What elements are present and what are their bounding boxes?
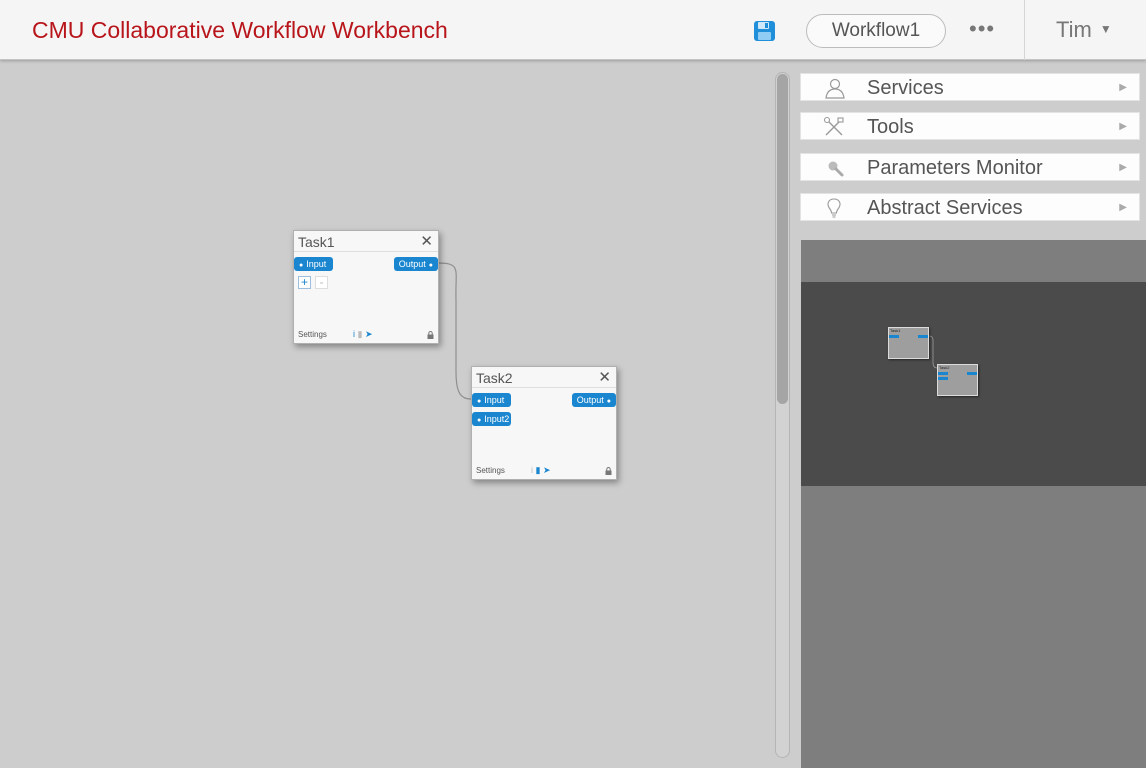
settings-link[interactable]: Settings	[476, 466, 505, 475]
minimap-port	[938, 377, 948, 380]
panel-services[interactable]: Services ▶	[800, 73, 1140, 101]
app-title: CMU Collaborative Workflow Workbench	[32, 17, 448, 43]
input-port[interactable]: ● Input	[294, 257, 333, 271]
minimap-task: Task1	[888, 327, 929, 359]
header-divider	[1024, 0, 1025, 60]
port-label: Input2	[484, 414, 510, 424]
save-button[interactable]	[753, 19, 777, 43]
lock-icon[interactable]	[605, 467, 612, 475]
floppy-disk-icon	[754, 21, 775, 41]
person-icon[interactable]: ▮	[536, 465, 541, 475]
task-status-icons: i ▮ ➤	[531, 465, 551, 476]
panel-label: Parameters Monitor	[867, 157, 1043, 179]
expand-arrow-icon: ▶	[1119, 202, 1127, 213]
minimap[interactable]: Task1 Task2	[801, 240, 1146, 768]
close-icon[interactable]: ✕	[598, 368, 611, 386]
panel-label: Services	[867, 77, 944, 99]
input-port[interactable]: ● Input2	[472, 412, 511, 426]
lightbulb-icon	[827, 198, 841, 218]
user-menu[interactable]: Tim ▼	[1056, 17, 1112, 43]
input-port[interactable]: ● Input	[472, 393, 511, 407]
port-label: Output	[398, 259, 426, 269]
top-bar: CMU Collaborative Workflow Workbench Wor…	[0, 0, 1146, 60]
task-divider	[294, 251, 438, 252]
port-label: Output	[576, 395, 604, 405]
expand-arrow-icon: ▶	[1119, 162, 1127, 173]
canvas-scrollbar[interactable]	[775, 72, 790, 758]
task-title: Task1	[298, 234, 335, 250]
task-status-icons: i ▮ ➤	[353, 329, 373, 340]
minimap-port	[938, 372, 948, 375]
output-port[interactable]: Output ●	[571, 393, 616, 407]
lock-icon[interactable]	[427, 331, 434, 339]
panel-tools[interactable]: Tools ▶	[800, 112, 1140, 140]
output-port[interactable]: Output ●	[393, 257, 438, 271]
info-icon[interactable]: i	[531, 465, 533, 475]
panel-label: Abstract Services	[867, 197, 1023, 219]
minimap-task-title: Task1	[890, 328, 901, 333]
settings-link[interactable]: Settings	[298, 330, 327, 339]
magnifier-icon	[828, 161, 844, 177]
panel-abstract-services[interactable]: Abstract Services ▶	[800, 193, 1140, 221]
user-name: Tim	[1056, 17, 1092, 42]
expand-arrow-icon: ▶	[1119, 82, 1127, 93]
task-node[interactable]: Task2 ✕ ● Input ● Input2 Output ● Settings …	[471, 366, 617, 480]
remove-input-button[interactable]: -	[315, 276, 328, 289]
minimap-port	[918, 335, 928, 338]
port-label: Input	[484, 395, 505, 405]
task-node[interactable]: Task1 ✕ ● Input Output ● + - Settings i ▮ …	[293, 230, 439, 344]
port-label: Input	[306, 259, 327, 269]
workflow-name-button[interactable]: Workflow1	[806, 14, 946, 48]
task-divider	[472, 387, 616, 388]
more-options-button[interactable]: •••	[969, 16, 995, 42]
workflow-canvas[interactable]	[0, 61, 790, 768]
scrollbar-thumb[interactable]	[777, 74, 788, 404]
minimap-viewport[interactable]: Task1 Task2	[801, 282, 1146, 486]
person-icon[interactable]: ▮	[358, 329, 363, 339]
minimap-port	[889, 335, 899, 338]
run-icon[interactable]: ➤	[365, 329, 373, 339]
panel-parameters-monitor[interactable]: Parameters Monitor ▶	[800, 153, 1140, 181]
panel-label: Tools	[867, 116, 914, 138]
minimap-task-title: Task2	[939, 365, 950, 370]
minimap-port	[967, 372, 977, 375]
caret-down-icon: ▼	[1099, 22, 1112, 36]
info-icon[interactable]: i	[353, 329, 355, 339]
minimap-task: Task2	[937, 364, 978, 396]
add-input-button[interactable]: +	[298, 276, 311, 289]
close-icon[interactable]: ✕	[420, 232, 433, 250]
expand-arrow-icon: ▶	[1119, 121, 1127, 132]
run-icon[interactable]: ➤	[543, 465, 551, 475]
user-icon	[825, 78, 845, 99]
tools-icon	[823, 116, 844, 136]
task-title: Task2	[476, 370, 513, 386]
